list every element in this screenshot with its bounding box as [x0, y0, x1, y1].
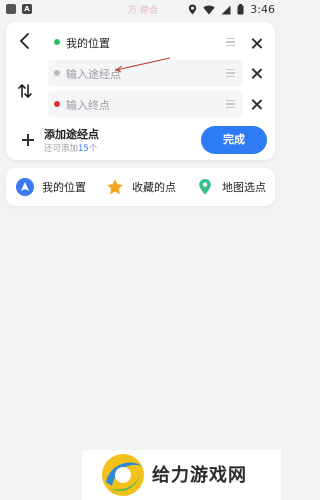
drag-handle-icon[interactable] — [226, 69, 235, 77]
start-point-label: 我的位置 — [66, 37, 110, 50]
add-waypoint-hint: 还可添加15个 — [44, 142, 97, 154]
status-bar: A 万·德合 3:46 — [0, 0, 281, 22]
start-dot-icon — [54, 39, 60, 45]
swap-icon[interactable] — [16, 82, 34, 100]
hint-prefix: 还可添加 — [44, 144, 79, 154]
remaining-count: 15 — [78, 144, 89, 154]
add-waypoint-button[interactable]: 添加途经点 — [44, 126, 99, 142]
location-icon — [189, 4, 197, 15]
quick-my-location[interactable]: 我的位置 — [16, 168, 86, 206]
quick-select-bar: 我的位置 收藏的点 地图选点 — [6, 168, 275, 206]
hint-suffix: 个 — [88, 144, 98, 154]
wifi-icon — [203, 5, 215, 14]
back-arrow-icon[interactable] — [16, 32, 34, 50]
battery-icon — [237, 4, 244, 15]
start-point-row[interactable]: 我的位置 — [48, 29, 243, 55]
destination-row[interactable]: 输入终点 — [48, 91, 243, 117]
drag-handle-icon[interactable] — [226, 100, 235, 108]
signal-icon — [221, 5, 231, 14]
annotation-arrow-icon — [115, 57, 171, 73]
a-icon: A — [22, 4, 32, 14]
watermark-logo-icon — [102, 454, 144, 496]
quick-map-pick-label: 地图选点 — [222, 181, 266, 194]
status-ghost-text: 万·德合 — [128, 6, 158, 16]
quick-favorites-label: 收藏的点 — [132, 181, 176, 194]
destination-input[interactable]: 输入终点 — [66, 97, 110, 113]
quick-map-pick[interactable]: 地图选点 — [196, 168, 266, 206]
map-pin-icon — [199, 179, 211, 195]
drag-handle-icon[interactable] — [226, 38, 235, 46]
destination-dot-icon — [54, 101, 60, 107]
route-card: 我的位置 输入途经点 输入终点 添加途经点 还可添加15个 完成 — [6, 22, 275, 160]
notification-icon — [6, 4, 16, 14]
remove-destination-button[interactable] — [251, 99, 263, 111]
my-location-icon — [16, 178, 34, 196]
done-button[interactable]: 完成 — [201, 126, 267, 154]
waypoint-dot-icon — [54, 70, 60, 76]
remove-waypoint-button[interactable] — [251, 68, 263, 80]
quick-favorites[interactable]: 收藏的点 — [106, 168, 176, 206]
remove-start-button[interactable] — [251, 38, 263, 50]
add-waypoint-plus-icon[interactable] — [22, 134, 34, 146]
quick-my-location-label: 我的位置 — [42, 181, 86, 194]
watermark-text: 给力游戏网 — [152, 465, 247, 486]
status-time: 3:46 — [250, 3, 275, 16]
star-icon — [107, 179, 123, 195]
